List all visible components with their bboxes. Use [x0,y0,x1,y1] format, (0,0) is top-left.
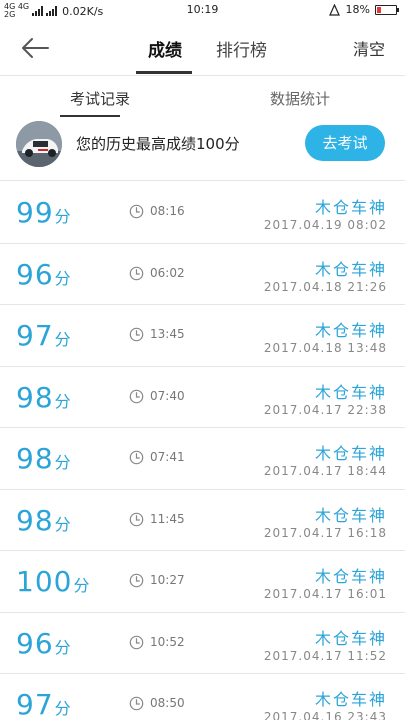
score-value: 96 [16,257,54,291]
record-user-name: 木仓车神 [314,382,387,402]
record-datetime: 2017.04.17 18:44 [263,464,387,478]
record-duration: 10:27 [150,573,185,587]
exam-record-row[interactable]: 98分 07:40 木仓车神 2017.04.17 22:38 [0,367,405,428]
score-unit: 分 [54,699,72,718]
record-duration: 06:02 [150,265,185,280]
record-user-name: 木仓车神 [314,690,387,709]
score-unit: 分 [54,453,72,472]
record-user-name: 木仓车神 [314,567,387,586]
exam-record-row[interactable]: 100分 10:27 木仓车神 2017.04.17 16:01 [0,551,405,613]
record-datetime: 2017.04.17 22:38 [263,402,387,417]
clock-icon [129,573,144,588]
score-unit: 分 [54,391,72,411]
score-unit: 分 [54,330,72,349]
clock-icon [129,266,144,280]
record-user-name: 木仓车神 [314,198,387,217]
score-value: 98 [16,503,54,537]
record-datetime: 2017.04.17 16:18 [263,525,387,540]
record-score: 97分 [16,688,72,720]
exam-record-row[interactable]: 99分 08:16 木仓车神 2017.04.19 08:02 [0,182,405,244]
tab-ranking[interactable]: 排行榜 [216,36,267,61]
record-datetime: 2017.04.18 13:48 [263,341,387,355]
score-value: 98 [16,442,54,475]
tab-exam-records[interactable]: 考试记录 [70,88,130,109]
score-unit: 分 [73,576,91,595]
exam-record-row[interactable]: 97分 08:50 木仓车神 2017.04.16 23:43 [0,674,405,720]
record-duration: 07:40 [150,388,185,403]
go-exam-button[interactable]: 去考试 [305,125,385,161]
record-datetime: 2017.04.17 11:52 [263,648,387,663]
score-value: 96 [16,626,54,660]
clock-icon [129,512,144,526]
top-nav-bar: 成绩 排行榜 清空 [0,22,405,76]
tab-statistics[interactable]: 数据统计 [270,88,330,109]
record-duration: 07:41 [150,450,185,464]
battery-percent: 18% [345,3,370,16]
record-user-name: 木仓车神 [314,628,387,648]
alarm-icon [328,3,340,16]
clock-icon [129,635,144,649]
clock-icon [129,450,144,465]
status-bar: 4G 4G 2G 0.02K/s 10:19 18% [0,0,405,22]
record-user-name: 木仓车神 [314,321,387,340]
battery-icon [375,4,399,15]
score-unit: 分 [54,268,72,288]
score-value: 97 [16,688,54,720]
record-user-name: 木仓车神 [314,444,387,463]
active-subtab-indicator [60,115,120,117]
score-unit: 分 [54,207,72,226]
record-user-name: 木仓车神 [314,259,387,279]
record-datetime: 2017.04.18 21:26 [263,279,387,294]
record-datetime: 2017.04.19 08:02 [263,218,387,232]
record-datetime: 2017.04.16 23:43 [263,710,387,720]
status-right: 18% [328,3,399,16]
exam-record-row[interactable]: 98分 07:41 木仓车神 2017.04.17 18:44 [0,428,405,490]
record-duration: 08:16 [150,204,185,218]
record-score: 98分 [16,504,72,537]
clock-icon [129,696,144,711]
clock-icon [129,204,144,219]
record-score: 96分 [16,627,72,660]
exam-record-row[interactable]: 97分 13:45 木仓车神 2017.04.18 13:48 [0,305,405,367]
profile-summary: 您的历史最高成绩100分 去考试 [0,119,405,181]
exam-record-row[interactable]: 96分 10:52 木仓车神 2017.04.17 11:52 [0,613,405,674]
score-value: 98 [16,380,54,414]
score-value: 100 [16,565,73,598]
main-tabs: 成绩 排行榜 [0,22,405,76]
clock-icon [129,389,144,403]
record-score: 100分 [16,565,90,598]
clock-icon [129,327,144,342]
exam-record-list: 99分 08:16 木仓车神 2017.04.19 08:02 96分 06:0… [0,182,405,720]
score-value: 99 [16,196,54,229]
clear-button[interactable]: 清空 [353,36,385,60]
record-score: 97分 [16,319,72,352]
record-duration: 08:50 [150,696,185,710]
car-avatar-image [16,121,62,167]
avatar[interactable] [16,121,62,167]
record-score: 99分 [16,196,72,229]
record-duration: 10:52 [150,634,185,649]
record-score: 98分 [16,442,72,475]
record-datetime: 2017.04.17 16:01 [263,587,387,601]
record-score: 98分 [16,381,72,414]
record-user-name: 木仓车神 [314,505,387,525]
record-duration: 11:45 [150,511,185,526]
score-unit: 分 [54,637,72,657]
record-duration: 13:45 [150,327,185,341]
score-value: 97 [16,319,54,352]
score-unit: 分 [54,514,72,534]
exam-record-row[interactable]: 98分 11:45 木仓车神 2017.04.17 16:18 [0,490,405,551]
active-tab-indicator [136,71,192,74]
sub-tabs: 考试记录 数据统计 [0,77,405,119]
record-score: 96分 [16,258,72,291]
battery-fill [377,6,381,13]
best-score-text: 您的历史最高成绩100分 [76,135,240,153]
tab-score[interactable]: 成绩 [148,36,182,61]
exam-record-row[interactable]: 96分 06:02 木仓车神 2017.04.18 21:26 [0,244,405,305]
